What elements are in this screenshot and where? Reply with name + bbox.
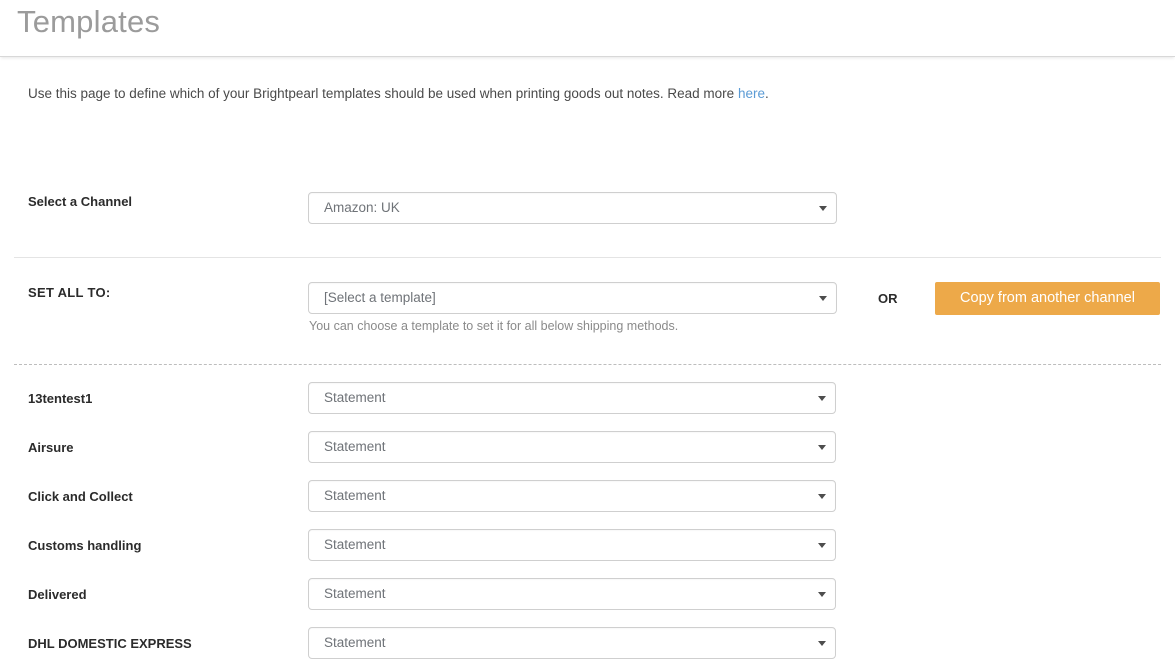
shipping-method-row: Customs handling Statement bbox=[0, 529, 1175, 578]
chevron-down-icon bbox=[818, 592, 826, 597]
shipping-method-name: DHL DOMESTIC EXPRESS bbox=[28, 636, 192, 651]
read-more-here-link[interactable]: here bbox=[738, 86, 765, 101]
section-divider-solid bbox=[14, 257, 1161, 258]
set-all-template-value: [Select a template] bbox=[324, 290, 436, 305]
shipping-method-name: 13tentest1 bbox=[28, 391, 93, 406]
shipping-method-template-dropdown[interactable]: Statement bbox=[308, 480, 836, 512]
shipping-method-template-dropdown[interactable]: Statement bbox=[308, 431, 836, 463]
set-all-to-label: SET ALL TO: bbox=[28, 285, 111, 300]
shipping-method-row: Click and Collect Statement bbox=[0, 480, 1175, 529]
select-channel-value: Amazon: UK bbox=[324, 200, 400, 215]
shipping-method-template-dropdown[interactable]: Statement bbox=[308, 382, 836, 414]
shipping-method-name: Delivered bbox=[28, 587, 87, 602]
shipping-method-template-value: Statement bbox=[324, 488, 386, 503]
shipping-method-row: Airsure Statement bbox=[0, 431, 1175, 480]
shipping-method-template-value: Statement bbox=[324, 537, 386, 552]
shipping-method-template-value: Statement bbox=[324, 586, 386, 601]
shipping-method-template-dropdown[interactable]: Statement bbox=[308, 529, 836, 561]
chevron-down-icon bbox=[819, 206, 827, 211]
chevron-down-icon bbox=[818, 641, 826, 646]
shipping-method-row: DHL DOMESTIC EXPRESS Statement bbox=[0, 627, 1175, 660]
intro-text-after: . bbox=[764, 86, 769, 101]
copy-from-another-channel-button[interactable]: Copy from another channel bbox=[935, 282, 1160, 315]
page-header: Templates bbox=[0, 0, 1175, 57]
page-title: Templates bbox=[17, 4, 161, 39]
select-channel-dropdown[interactable]: Amazon: UK bbox=[308, 192, 837, 224]
or-separator-label: OR bbox=[878, 291, 898, 306]
shipping-method-row: 13tentest1 Statement bbox=[0, 382, 1175, 431]
select-channel-label: Select a Channel bbox=[28, 194, 133, 209]
intro-paragraph: Use this page to define which of your Br… bbox=[28, 86, 769, 101]
shipping-method-name: Airsure bbox=[28, 440, 74, 455]
section-divider-dashed bbox=[14, 364, 1161, 365]
shipping-method-template-dropdown[interactable]: Statement bbox=[308, 578, 836, 610]
chevron-down-icon bbox=[818, 396, 826, 401]
shipping-method-template-value: Statement bbox=[324, 390, 386, 405]
shipping-method-template-value: Statement bbox=[324, 439, 386, 454]
shipping-method-name: Click and Collect bbox=[28, 489, 133, 504]
chevron-down-icon bbox=[818, 445, 826, 450]
chevron-down-icon bbox=[819, 296, 827, 301]
intro-text-before: Use this page to define which of your Br… bbox=[28, 86, 738, 101]
chevron-down-icon bbox=[818, 494, 826, 499]
set-all-hint-text: You can choose a template to set it for … bbox=[309, 319, 679, 333]
shipping-method-template-value: Statement bbox=[324, 635, 386, 650]
set-all-template-dropdown[interactable]: [Select a template] bbox=[308, 282, 837, 314]
shipping-method-template-dropdown[interactable]: Statement bbox=[308, 627, 836, 659]
chevron-down-icon bbox=[818, 543, 826, 548]
shipping-method-row: Delivered Statement bbox=[0, 578, 1175, 627]
shipping-method-name: Customs handling bbox=[28, 538, 142, 553]
